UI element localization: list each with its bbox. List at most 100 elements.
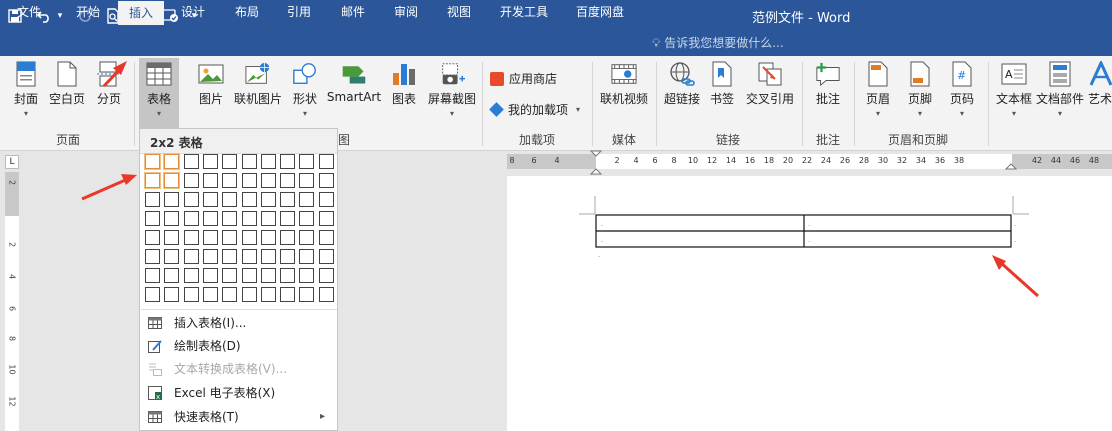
- table-grid-cell[interactable]: [222, 154, 238, 169]
- excel-spreadsheet-menu-item[interactable]: x Excel 电子表格(X): [141, 381, 337, 404]
- table-grid-cell[interactable]: [164, 211, 180, 226]
- table-grid-cell[interactable]: [299, 211, 315, 226]
- table-grid-cell[interactable]: [260, 192, 276, 207]
- table-grid-cell[interactable]: [280, 249, 296, 264]
- table-grid-cell[interactable]: [260, 287, 276, 302]
- online-video-button[interactable]: 联机视频: [598, 60, 650, 107]
- table-grid-cell[interactable]: [183, 154, 199, 169]
- right-indent-marker[interactable]: [1005, 160, 1017, 170]
- table-grid-cell[interactable]: [299, 192, 315, 207]
- table-grid-cell[interactable]: [144, 153, 161, 170]
- table-grid-cell[interactable]: [241, 230, 257, 245]
- table-grid-cell[interactable]: [299, 173, 315, 188]
- table-grid-cell[interactable]: [318, 173, 334, 188]
- table-grid-cell[interactable]: [145, 249, 160, 264]
- screenshot-button[interactable]: 屏幕截图 ▾: [426, 60, 478, 118]
- table-grid-cell[interactable]: [202, 268, 218, 283]
- page-break-button[interactable]: 分页: [92, 60, 126, 107]
- tab-selector[interactable]: L: [5, 155, 19, 169]
- table-grid-cell[interactable]: [241, 287, 257, 302]
- table-grid-cell[interactable]: [202, 154, 218, 169]
- table-grid-cell[interactable]: [280, 211, 296, 226]
- table-grid-cell[interactable]: [280, 268, 296, 283]
- table-grid-cell[interactable]: [241, 268, 257, 283]
- table-grid-cell[interactable]: [241, 249, 257, 264]
- vertical-ruler[interactable]: 2 2 4 6 8 10 12: [5, 172, 19, 431]
- table-grid-cell[interactable]: [164, 287, 180, 302]
- table-grid-cell[interactable]: [318, 154, 334, 169]
- table-grid-cell[interactable]: [183, 287, 199, 302]
- table-grid-cell[interactable]: [202, 211, 218, 226]
- chart-button[interactable]: 图表: [388, 60, 420, 107]
- table-grid-cell[interactable]: [280, 192, 296, 207]
- table-grid-cell[interactable]: [183, 211, 199, 226]
- textbox-button[interactable]: A 文本框 ▾: [994, 60, 1034, 118]
- quick-tables-menu-item[interactable]: 快速表格(T) ▸: [141, 405, 337, 428]
- table-grid-cell[interactable]: [144, 172, 161, 189]
- table-grid-cell[interactable]: [202, 192, 218, 207]
- table-grid-cell[interactable]: [241, 211, 257, 226]
- table-grid-cell[interactable]: [222, 173, 238, 188]
- tab-design[interactable]: 设计: [170, 0, 216, 25]
- insert-table-menu-item[interactable]: 插入表格(I)...: [141, 311, 337, 334]
- tab-baidu-netdisk[interactable]: 百度网盘: [568, 0, 632, 25]
- table-grid-cell[interactable]: [163, 153, 181, 170]
- table-grid-cell[interactable]: [299, 268, 315, 283]
- table-grid-cell[interactable]: [183, 249, 199, 264]
- table-grid-cell[interactable]: [241, 173, 257, 188]
- table-grid-cell[interactable]: [241, 154, 257, 169]
- table-button[interactable]: 表格 ▾: [139, 60, 179, 118]
- tab-insert[interactable]: 插入: [118, 1, 164, 25]
- table-grid-cell[interactable]: [260, 230, 276, 245]
- table-grid-cell[interactable]: [145, 287, 160, 302]
- table-grid-cell[interactable]: [202, 249, 218, 264]
- tab-view[interactable]: 视图: [436, 0, 482, 25]
- table-grid-cell[interactable]: [145, 268, 160, 283]
- table-grid-cell[interactable]: [318, 268, 334, 283]
- table-grid-cell[interactable]: [183, 268, 199, 283]
- tab-layout[interactable]: 布局: [224, 0, 270, 25]
- table-grid-cell[interactable]: [164, 192, 180, 207]
- table-grid-cell[interactable]: [318, 287, 334, 302]
- table-grid-cell[interactable]: [222, 211, 238, 226]
- table-grid-cell[interactable]: [280, 154, 296, 169]
- online-picture-button[interactable]: 联机图片: [232, 60, 284, 107]
- table-grid-cell[interactable]: [260, 154, 276, 169]
- table-grid-cell[interactable]: [318, 249, 334, 264]
- table-grid-cell[interactable]: [163, 172, 181, 189]
- comment-button[interactable]: 批注: [810, 60, 846, 107]
- tab-file[interactable]: 文件: [6, 0, 52, 25]
- table-grid-cell[interactable]: [202, 230, 218, 245]
- table-grid-cell[interactable]: [222, 268, 238, 283]
- indent-markers[interactable]: [590, 150, 604, 176]
- table-grid-cell[interactable]: [145, 192, 160, 207]
- table-grid-cell[interactable]: [299, 154, 315, 169]
- hyperlink-button[interactable]: 超链接: [662, 60, 702, 107]
- header-button[interactable]: 页眉 ▾: [860, 60, 896, 118]
- table-grid-cell[interactable]: [222, 249, 238, 264]
- tab-developer[interactable]: 开发工具: [492, 0, 556, 25]
- tab-home[interactable]: 开始: [64, 0, 112, 25]
- blank-page-button[interactable]: 空白页: [46, 60, 88, 107]
- store-button[interactable]: 应用商店: [490, 70, 557, 87]
- table-grid-cell[interactable]: [202, 287, 218, 302]
- smartart-button[interactable]: SmartArt: [326, 60, 382, 104]
- cross-reference-button[interactable]: 交叉引用: [742, 60, 798, 107]
- table-grid-cell[interactable]: [299, 249, 315, 264]
- draw-table-menu-item[interactable]: 绘制表格(D): [141, 334, 337, 357]
- table-grid-cell[interactable]: [222, 287, 238, 302]
- table-grid-cell[interactable]: [318, 192, 334, 207]
- shapes-button[interactable]: 形状 ▾: [290, 60, 320, 118]
- table-grid-cell[interactable]: [318, 211, 334, 226]
- table-grid-cell[interactable]: [260, 268, 276, 283]
- table-grid-cell[interactable]: [222, 192, 238, 207]
- tell-me-box[interactable]: 💡︎ 告诉我您想要做什么...: [652, 31, 784, 56]
- my-addins-button[interactable]: 我的加载项 ▾: [489, 101, 580, 118]
- table-grid-cell[interactable]: [299, 230, 315, 245]
- footer-button[interactable]: 页脚 ▾: [902, 60, 938, 118]
- table-grid-cell[interactable]: [299, 287, 315, 302]
- table-grid-cell[interactable]: [222, 230, 238, 245]
- table-grid-cell[interactable]: [145, 230, 160, 245]
- quick-parts-button[interactable]: 文档部件 ▾: [1036, 60, 1084, 118]
- page-number-button[interactable]: # 页码 ▾: [944, 60, 980, 118]
